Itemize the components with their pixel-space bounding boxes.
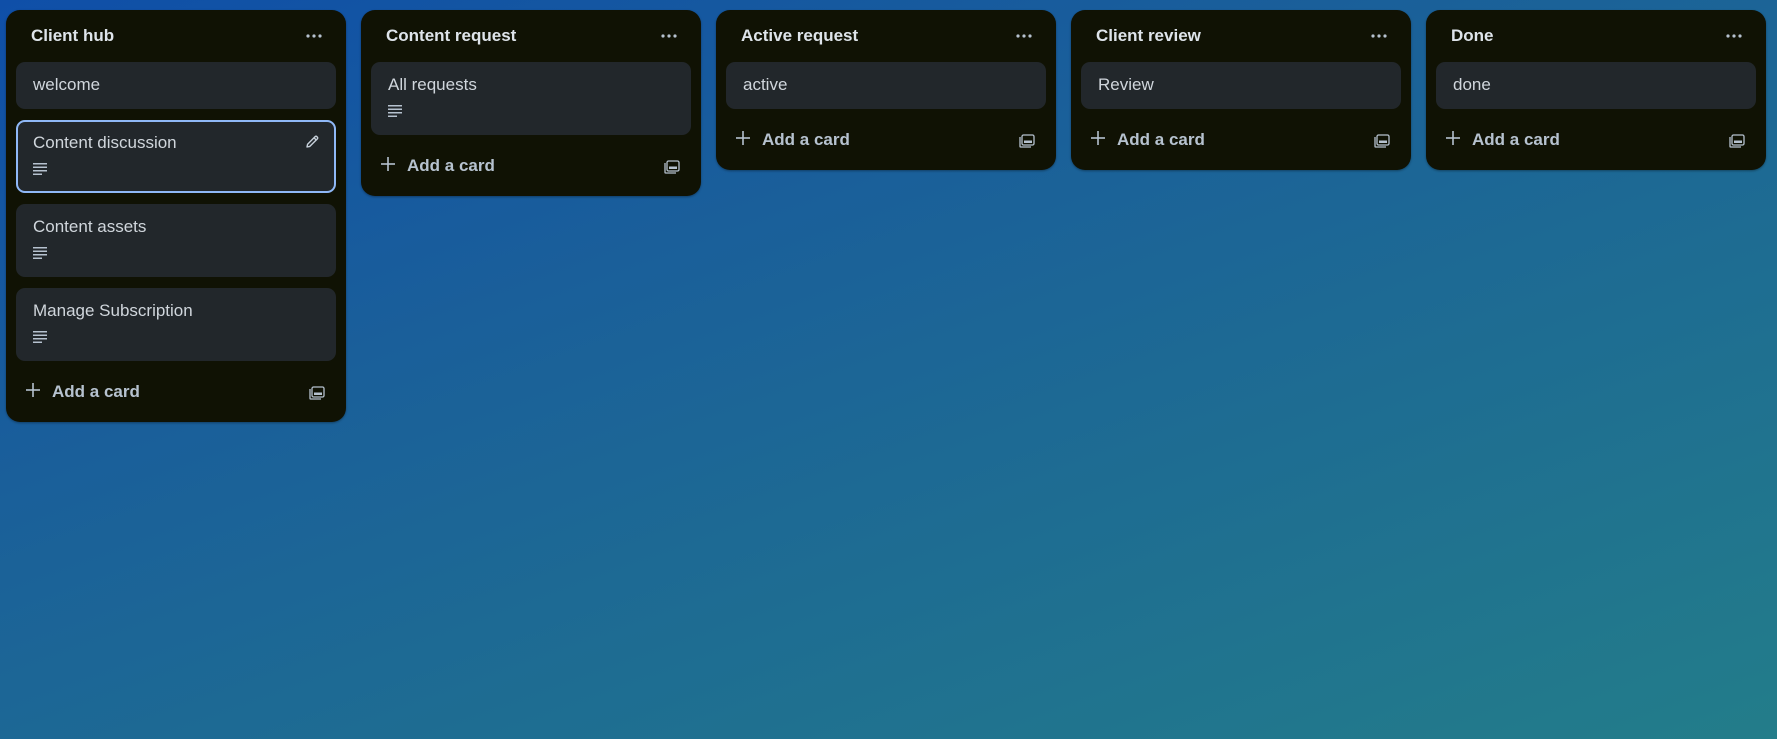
card-list: welcome Content discussion Content asset… [16,62,336,361]
list-title[interactable]: Content request [386,26,516,46]
plus-icon [1091,130,1105,150]
card[interactable]: done [1436,62,1756,109]
add-card-label: Add a card [762,130,850,149]
card-title: active [743,75,788,94]
card-list: active [726,62,1046,109]
card-title: welcome [33,75,101,94]
card[interactable]: active [726,62,1046,109]
card[interactable]: Review [1081,62,1401,109]
list-done: Done done Add a card [1426,10,1766,170]
list-client-hub: Client hub welcome Content discussion Co… [6,10,346,422]
card[interactable]: Content discussion [16,120,336,193]
card-list: All requests [371,62,691,135]
list-footer: Add a card [1081,120,1401,160]
card-badges [33,331,319,347]
list-active-request: Active request active Add a card [716,10,1056,170]
card-badges [33,163,319,179]
ellipsis-icon[interactable] [298,20,330,52]
card[interactable]: Content assets [16,204,336,277]
add-card-button[interactable]: Add a card [736,130,850,150]
list-footer: Add a card [726,120,1046,160]
list-footer: Add a card [16,372,336,412]
add-card-button[interactable]: Add a card [381,156,495,176]
list-client-review: Client review Review Add a card [1071,10,1411,170]
plus-icon [736,130,750,150]
list-header: Done [1436,10,1756,62]
ellipsis-icon[interactable] [1718,20,1750,52]
card-title: All requests [388,75,477,94]
add-card-label: Add a card [1117,130,1205,149]
plus-icon [1446,130,1460,150]
card-template-icon[interactable] [302,377,332,407]
card-list: Review [1081,62,1401,109]
card[interactable]: All requests [371,62,691,135]
card-badges [388,105,674,121]
add-card-button[interactable]: Add a card [1446,130,1560,150]
list-title[interactable]: Done [1451,26,1494,46]
card-template-icon[interactable] [1012,125,1042,155]
card-title: Manage Subscription [33,301,193,320]
card[interactable]: welcome [16,62,336,109]
list-header: Client review [1081,10,1401,62]
list-header: Client hub [16,10,336,62]
card-title: Content discussion [33,133,177,152]
card-title: Content assets [33,217,147,236]
card[interactable]: Manage Subscription [16,288,336,361]
add-card-button[interactable]: Add a card [1091,130,1205,150]
list-footer: Add a card [1436,120,1756,160]
ellipsis-icon[interactable] [1363,20,1395,52]
description-icon [33,330,47,348]
list-header: Active request [726,10,1046,62]
card-title: done [1453,75,1491,94]
card-badges [33,247,319,263]
list-title[interactable]: Client review [1096,26,1201,46]
card-title: Review [1098,75,1154,94]
card-template-icon[interactable] [1722,125,1752,155]
list-title[interactable]: Client hub [31,26,114,46]
list-header: Content request [371,10,691,62]
add-card-label: Add a card [407,156,495,175]
add-card-button[interactable]: Add a card [26,382,140,402]
description-icon [33,162,47,180]
ellipsis-icon[interactable] [1008,20,1040,52]
card-template-icon[interactable] [1367,125,1397,155]
plus-icon [381,156,395,176]
description-icon [33,246,47,264]
list-title[interactable]: Active request [741,26,858,46]
add-card-label: Add a card [1472,130,1560,149]
pencil-icon[interactable] [304,134,322,152]
list-footer: Add a card [371,146,691,186]
card-list: done [1436,62,1756,109]
add-card-label: Add a card [52,382,140,401]
plus-icon [26,382,40,402]
list-content-request: Content request All requests Add a card [361,10,701,196]
description-icon [388,104,402,122]
ellipsis-icon[interactable] [653,20,685,52]
card-template-icon[interactable] [657,151,687,181]
board-canvas: Client hub welcome Content discussion Co… [6,10,1766,422]
